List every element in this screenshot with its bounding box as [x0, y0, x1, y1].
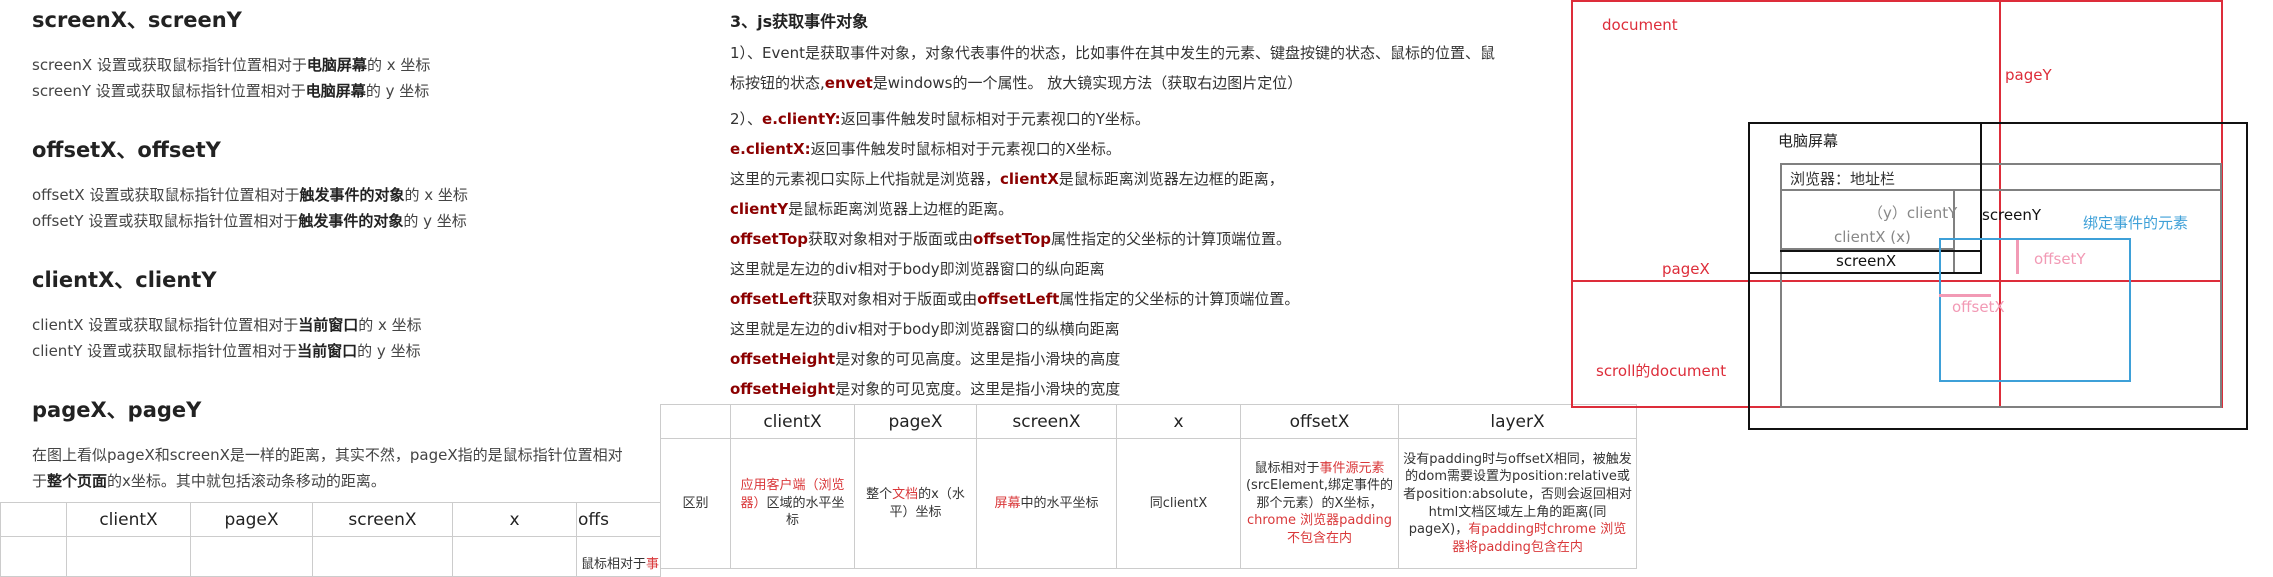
paragraph-line: 2）、e.clientY:返回事件触发时鼠标相对于元素视口的Y坐标。	[730, 110, 1150, 128]
table-cell: 屏幕中的水平坐标	[976, 438, 1117, 569]
paragraph-line: offsetTop获取对象相对于版面或由offsetTop属性指定的父坐标的计算…	[730, 230, 1292, 248]
table-header: offs	[576, 502, 661, 537]
clientY-label: （y）clientY	[1868, 204, 1958, 222]
paragraph-line: offsetLeft获取对象相对于版面或由offsetLeft属性指定的父坐标的…	[730, 290, 1300, 308]
section-title-client: clientX、clientY	[32, 268, 217, 292]
section-line: screenY 设置或获取鼠标指针位置相对于电脑屏幕的 y 坐标	[32, 82, 430, 100]
table-cell: 应用客户端（浏览器）区域的水平坐标	[730, 438, 855, 569]
browser-label: 浏览器：地址栏	[1790, 170, 1896, 188]
section-line: offsetX 设置或获取鼠标指针位置相对于触发事件的对象的 x 坐标	[32, 186, 468, 204]
paragraph-line: 这里就是左边的div相对于body即浏览器窗口的纵向距离	[730, 260, 1105, 278]
table-header: pageX	[190, 502, 313, 537]
offsetY-label: offsetY	[2034, 250, 2086, 268]
paragraph-line: offsetHeight是对象的可见宽度。这里是指小滑块的宽度	[730, 380, 1121, 398]
table-header: layerX	[1398, 404, 1637, 439]
table-header: screenX	[976, 404, 1117, 439]
table-cell-label: 区别	[660, 438, 731, 569]
paragraph-line: e.clientX:返回事件触发时鼠标相对于元素视口的X坐标。	[730, 140, 1121, 158]
section-title-offset: offsetX、offsetY	[32, 138, 221, 162]
section-line: clientY 设置或获取鼠标指针位置相对于当前窗口的 y 坐标	[32, 342, 421, 360]
section-line: 于整个页面的x坐标。其中就包括滚动条移动的距离。	[32, 472, 386, 490]
table-header: clientX	[730, 404, 855, 439]
table-header: screenX	[312, 502, 453, 537]
section-line: offsetY 设置或获取鼠标指针位置相对于触发事件的对象的 y 坐标	[32, 212, 467, 230]
table-header: offsetX	[1240, 404, 1399, 439]
section-line: clientX 设置或获取鼠标指针位置相对于当前窗口的 x 坐标	[32, 316, 422, 334]
compare-table: clientX pageX screenX x offsetX layerX 区…	[660, 404, 1637, 569]
address-bar-line	[1780, 189, 2222, 191]
table-header: x	[1116, 404, 1241, 439]
screenX-label: screenX	[1836, 252, 1897, 270]
section-line: screenX 设置或获取鼠标指针位置相对于电脑屏幕的 x 坐标	[32, 56, 431, 74]
bound-element-label: 绑定事件的元素	[2083, 214, 2189, 232]
table-cell: 整个文档的x（水平）坐标	[854, 438, 977, 569]
screen-label: 电脑屏幕	[1778, 132, 1839, 150]
table-header: pageX	[854, 404, 977, 439]
table-header: x	[452, 502, 577, 537]
paragraph-line: 1）、Event是获取事件对象，对象代表事件的状态，比如事件在其中发生的元素、键…	[730, 44, 1496, 62]
document-label: document	[1602, 16, 1678, 34]
table-header	[0, 502, 67, 537]
offsetX-line	[1939, 294, 1991, 297]
table-header: clientX	[66, 502, 191, 537]
offsetX-label: offsetX	[1952, 298, 2005, 316]
paragraph-line: 这里就是左边的div相对于body即浏览器窗口的纵横向距离	[730, 320, 1120, 338]
paragraph-line: 这里的元素视口实际上代指就是浏览器，clientX是鼠标距离浏览器左边框的距离，	[730, 170, 1284, 188]
paragraph-line: offsetHeight是对象的可见高度。这里是指小滑块的高度	[730, 350, 1121, 368]
table-cell: 没有padding时与offsetX相同，被触发的dom需要设置为positio…	[1398, 438, 1637, 569]
offsetY-line	[2016, 240, 2019, 274]
pageX-label: pageX	[1662, 260, 1710, 278]
table-cell: 同clientX	[1116, 438, 1241, 569]
table-cell: 鼠标相对于事件源元素(srcElement,绑定事件的那个元素）的X坐标，chr…	[1240, 438, 1399, 569]
left-compare-table: clientX pageX screenX x offs 鼠标相对于事	[0, 502, 661, 577]
pageY-label: pageY	[2005, 66, 2052, 84]
scroll-document-label: scroll的document	[1596, 362, 1727, 380]
screenY-label: screenY	[1982, 206, 2042, 224]
clientX-label: clientX (x)	[1834, 228, 1911, 246]
table-header	[660, 404, 731, 439]
section-line: 在图上看似pageX和screenX是一样的距离，其实不然，pageX指的是鼠标…	[32, 446, 623, 464]
middle-heading: 3、js获取事件对象	[730, 12, 869, 31]
section-title-screen: screenX、screenY	[32, 8, 242, 32]
section-title-page: pageX、pageY	[32, 398, 202, 422]
paragraph-line: clientY是鼠标距离浏览器上边框的距离。	[730, 200, 1014, 218]
paragraph-line: 标按钮的状态,envet是windows的一个属性。 放大镜实现方法（获取右边图…	[730, 74, 1303, 92]
